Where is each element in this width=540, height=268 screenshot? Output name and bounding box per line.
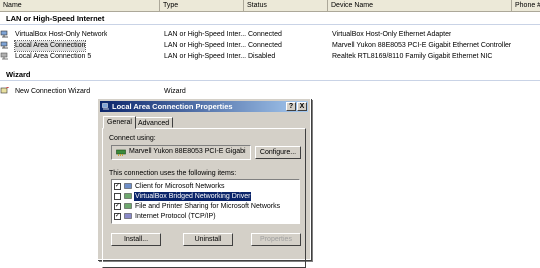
connection-status: Connected [248,42,282,49]
list-item-local-area-connection[interactable]: Local Area Connection LAN or High-Speed … [0,40,540,52]
client-icon [124,183,132,189]
connection-name: Local Area Connection 5 [15,53,92,60]
connection-type: LAN or High-Speed Inter... [164,31,247,38]
adapter-name: Marvell Yukon 88E8053 PCI-E Gigabi [129,148,246,155]
checkbox-file-printer-sharing[interactable]: ✓ [114,203,121,210]
properties-button[interactable]: Properties [251,233,301,246]
column-header: Name Type Status Device Name Phone # [0,0,540,12]
connection-device: Realtek RTL8169/8110 Family Gigabit Ethe… [332,53,493,60]
connection-type: LAN or High-Speed Inter... [164,42,247,49]
configure-button[interactable]: Configure... [255,146,301,159]
help-button[interactable]: ? [286,102,296,111]
item-label: VirtualBox Bridged Networking Driver [134,192,252,201]
connection-name: VirtualBox Host-Only Network [15,31,108,38]
dialog-titlebar[interactable]: Local Area Connection Properties ? X [100,101,308,112]
connection-type: LAN or High-Speed Inter... [164,53,247,60]
connection-device: Marvell Yukon 88E8053 PCI-E Gigabit Ethe… [332,42,512,49]
checkbox-client-ms-networks[interactable]: ✓ [114,183,121,190]
connection-name: New Connection Wizard [15,88,91,95]
connect-using-label: Connect using: [109,135,156,142]
group-header-wizard: Wizard [6,70,31,79]
connection-type: Wizard [164,88,186,95]
network-connection-icon [0,30,8,38]
network-connection-disabled-icon [0,52,8,60]
group-divider [0,24,540,25]
connection-device: VirtualBox Host-Only Ethernet Adapter [332,31,452,38]
checkbox-vbox-bridged-driver[interactable] [114,193,121,200]
uninstall-button[interactable]: Uninstall [183,233,233,246]
column-name[interactable]: Name [0,0,160,11]
network-connection-icon [0,41,8,49]
column-phone[interactable]: Phone # [512,0,540,11]
item-label: File and Printer Sharing for Microsoft N… [135,203,281,210]
list-scrollbar[interactable] [294,185,296,209]
list-item-new-connection-wizard[interactable]: New Connection Wizard Wizard [0,86,540,97]
connection-name: Local Area Connection [13,40,87,52]
group-divider [0,80,540,81]
column-device-name[interactable]: Device Name [328,0,512,11]
network-adapter-icon [116,149,126,156]
connection-status: Disabled [248,53,276,60]
tab-general[interactable]: General [103,116,136,129]
tab-advanced[interactable]: Advanced [134,117,174,128]
wizard-icon [0,86,10,94]
tab-panel-general: Connect using: Marvell Yukon 88E8053 PCI… [102,128,306,268]
column-type[interactable]: Type [160,0,244,11]
dialog-title: Local Area Connection Properties [112,102,233,111]
list-item-local-area-connection-5[interactable]: Local Area Connection 5 LAN or High-Spee… [0,52,540,62]
install-button[interactable]: Install... [111,233,161,246]
items-label: This connection uses the following items… [109,170,237,177]
close-button[interactable]: X [297,102,307,111]
connection-status: Connected [248,31,282,38]
checkbox-tcp-ip[interactable]: ✓ [114,213,121,220]
group-header-lan: LAN or High-Speed Internet [6,14,105,23]
list-item-virtualbox-host-only[interactable]: VirtualBox Host-Only Network LAN or High… [0,30,540,40]
column-status[interactable]: Status [244,0,328,11]
components-list[interactable]: ✓ Client for Microsoft Networks VirtualB… [111,179,300,224]
service-icon [124,203,132,209]
item-label: Client for Microsoft Networks [135,183,225,190]
item-label: Internet Protocol (TCP/IP) [135,213,216,220]
properties-dialog: Local Area Connection Properties ? X Gen… [97,98,311,268]
protocol-icon [124,213,132,219]
adapter-field: Marvell Yukon 88E8053 PCI-E Gigabi [111,145,251,160]
network-connection-icon [102,103,109,110]
service-icon [124,193,132,199]
